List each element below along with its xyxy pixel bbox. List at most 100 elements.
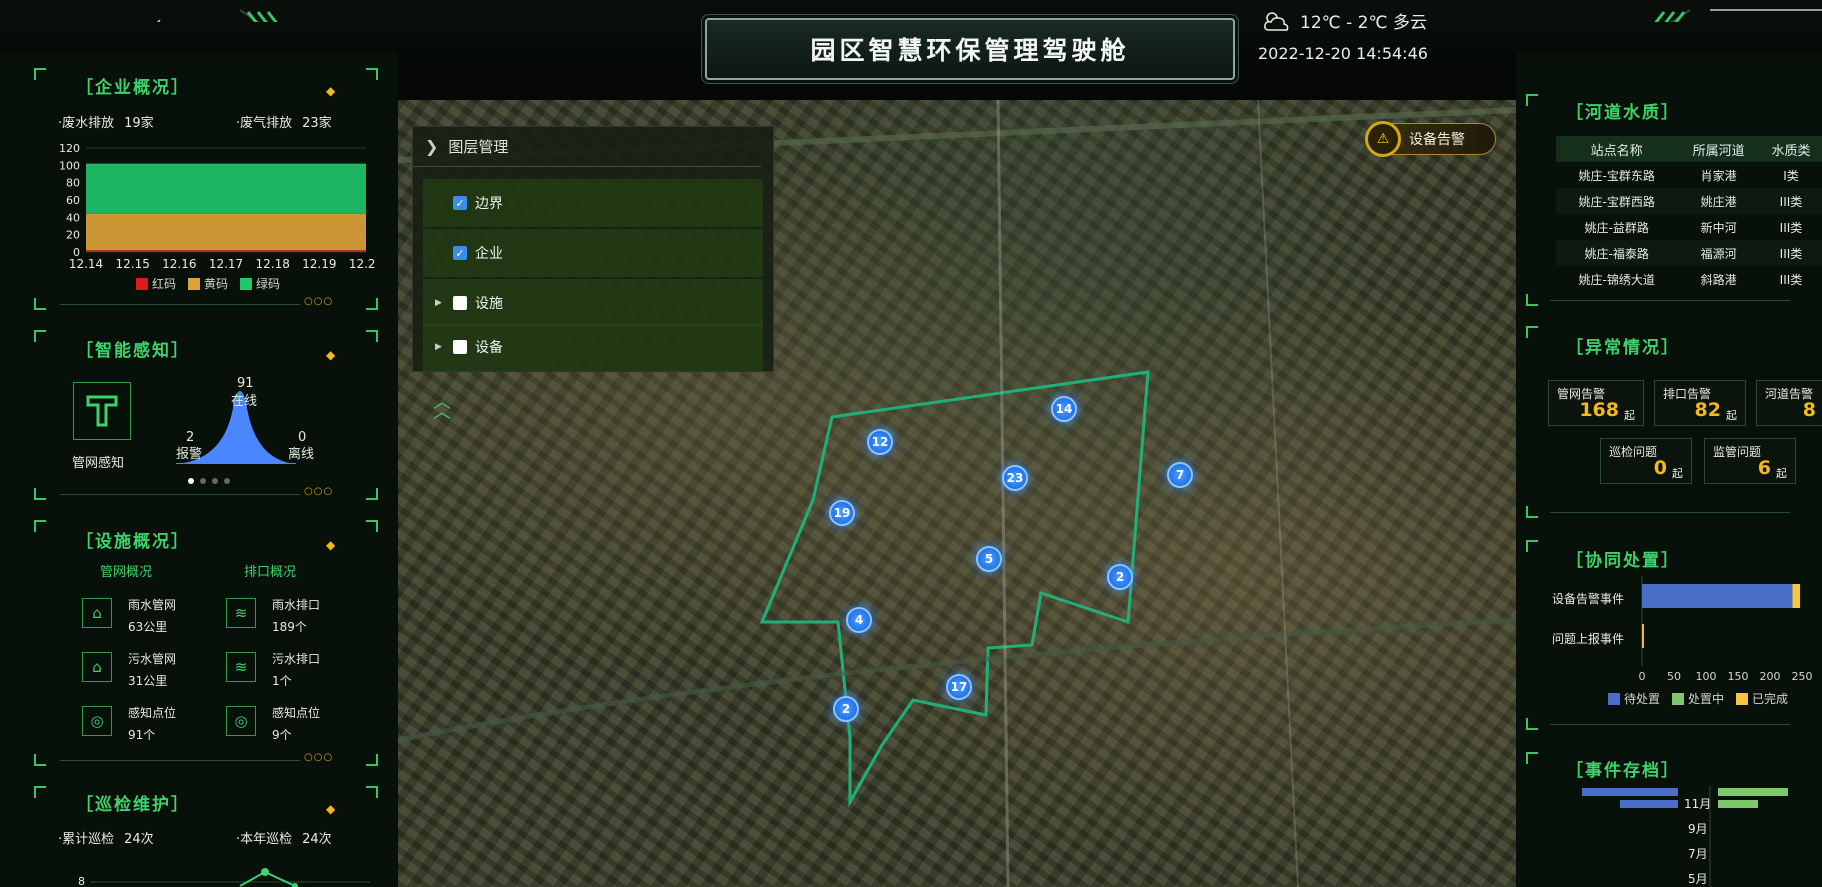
legend-item-processing: 处置中: [1672, 690, 1724, 707]
map-marker[interactable]: 23: [1002, 465, 1028, 491]
layer-panel-title: 图层管理: [448, 138, 509, 156]
patrol-year-stat: ·本年巡检 24次: [236, 832, 332, 847]
map-marker[interactable]: 12: [867, 429, 893, 455]
legend-item-yellow: 黄码: [188, 275, 228, 292]
pipe-sensor-label: 管网感知: [72, 456, 125, 471]
map-marker[interactable]: 5: [976, 546, 1002, 572]
header-decoration-left: [156, 9, 278, 22]
layer-item-facility[interactable]: ▶ 设施: [423, 279, 763, 327]
y-tick-label: 40: [66, 211, 80, 224]
map-marker[interactable]: 2: [1107, 564, 1133, 590]
x-tick-label: 150: [1728, 670, 1749, 683]
map-marker[interactable]: 2: [833, 696, 859, 722]
carousel-dots[interactable]: [188, 478, 230, 484]
device-alarm-button[interactable]: ⚠ 设备告警: [1365, 121, 1496, 157]
alarm-label: 报警: [176, 447, 203, 462]
enterprise-chart-legend: 红码 黄码 绿码: [136, 275, 280, 292]
wastewater-stat: ·废水排放 19家: [58, 116, 154, 131]
pipe-sensor-icon: [73, 382, 131, 440]
online-label: 在线: [231, 394, 258, 409]
offline-label: 离线: [288, 447, 315, 462]
table-row[interactable]: 姚庄-宝群东路 肖家港 I类: [1556, 162, 1822, 188]
dots-indicator-icon: ○○○: [304, 486, 334, 497]
expand-triangle-icon[interactable]: ▶: [435, 342, 445, 352]
section-title-sensing: ［ 智能感知 ］: [76, 341, 190, 361]
patrol-total-stat: ·累计巡检 24次: [58, 832, 154, 847]
legend-item-green: 绿码: [240, 275, 280, 292]
wastegas-stat: ·废气排放 23家: [236, 116, 332, 131]
area-series-黄码: [86, 213, 366, 251]
checkbox-unchecked-icon[interactable]: [453, 296, 467, 310]
layer-panel: ❯ 图层管理 ✓ 边界 ✓ 企业 ▶ 设施 ▶ 设备: [412, 126, 774, 372]
supervision-issue-card[interactable]: 监管问题 6 起: [1704, 438, 1796, 484]
layer-item-enterprise[interactable]: ✓ 企业: [423, 229, 763, 277]
section-title-water-quality: ［ 河道水质 ］: [1566, 103, 1680, 123]
sewage-pipe-icon: ⌂: [82, 652, 112, 682]
archive-month-label: 7月: [1688, 847, 1708, 861]
cooperate-bar-chart: 0 50 100 150 200 250: [1639, 576, 1813, 683]
x-tick-label: 12.17: [209, 257, 243, 270]
x-tick-label: 12.15: [115, 257, 149, 270]
datetime: 2022-12-20 14:54:46: [1258, 44, 1428, 63]
checkbox-unchecked-icon[interactable]: [453, 340, 467, 354]
table-row[interactable]: 姚庄-宝群西路 姚庄港 III类: [1556, 188, 1822, 214]
map-marker[interactable]: 17: [946, 674, 972, 700]
patrol-chart-y-tick: 8: [78, 875, 85, 887]
layer-item-device[interactable]: ▶ 设备: [423, 323, 763, 371]
x-tick-label: 50: [1667, 670, 1681, 683]
outlet-overview-heading: 排口概况: [244, 565, 297, 580]
diamond-icon: ◆: [326, 802, 336, 816]
outlet-alarm-card[interactable]: 排口告警 82 起: [1654, 380, 1746, 426]
weather-text: 12℃ - 2℃ 多云: [1300, 13, 1427, 33]
dots-indicator-icon: ○○○: [304, 752, 334, 763]
water-quality-table: 站点名称 所属河道 水质类 姚庄-宝群东路 肖家港 I类 姚庄-宝群西路 姚庄港 III类 …: [1556, 136, 1822, 292]
section-title-archive: ［ 事件存档 ］: [1566, 761, 1680, 781]
map-marker[interactable]: 7: [1167, 462, 1193, 488]
river-alarm-card[interactable]: 河道告警 8: [1756, 380, 1822, 426]
pipe-alarm-card[interactable]: 管网告警 168 起: [1548, 380, 1644, 426]
cloudy-sun-icon: [1264, 11, 1289, 31]
y-tick-label: 120: [59, 144, 80, 155]
dots-indicator-icon: ○○○: [304, 296, 334, 307]
y-tick-label: 20: [66, 229, 80, 242]
layer-item-boundary[interactable]: ✓ 边界: [423, 179, 763, 227]
area-series-红码: [86, 250, 366, 252]
diamond-icon: ◆: [326, 84, 336, 98]
checkbox-checked-icon[interactable]: ✓: [453, 246, 467, 260]
section-title-facility: ［ 设施概况 ］: [76, 532, 190, 552]
section-title-abnormal: ［ 异常情况 ］: [1566, 338, 1680, 358]
bar-segment: [1642, 624, 1644, 648]
collapse-chevrons-icon[interactable]: ︿ ︿: [433, 394, 451, 422]
map-marker[interactable]: 4: [846, 607, 872, 633]
rain-pipe-icon: ⌂: [82, 598, 112, 628]
x-tick-label: 12.19: [302, 257, 336, 270]
online-count: 91: [237, 376, 254, 391]
cooperate-row-label: 设备告警事件: [1552, 592, 1625, 606]
double-chevron-right-icon: ❯: [425, 137, 439, 156]
patrol-issue-card[interactable]: 巡检问题 0 起: [1600, 438, 1692, 484]
legend-item-pending: 待处置: [1608, 690, 1660, 707]
weather-widget: 12℃ - 2℃ 多云: [1262, 8, 1427, 33]
x-tick-label: 12.16: [162, 257, 196, 270]
map-marker[interactable]: 19: [829, 500, 855, 526]
sensing-point-location-icon: ◎: [226, 706, 256, 736]
x-tick-label: 200: [1760, 670, 1781, 683]
y-tick-label: 60: [66, 194, 80, 207]
table-row[interactable]: 姚庄-益群路 新中河 III类: [1556, 214, 1822, 240]
section-title-patrol: ［ 巡检维护 ］: [76, 795, 190, 815]
archive-month-label: 11月: [1684, 797, 1712, 811]
diamond-icon: ◆: [326, 538, 336, 552]
map-marker[interactable]: 14: [1051, 396, 1077, 422]
x-tick-label: 0: [1639, 670, 1646, 683]
legend-item-completed: 已完成: [1736, 690, 1788, 707]
archive-month-label: 5月: [1688, 872, 1708, 886]
area-series-绿码: [86, 163, 366, 214]
archive-month-label: 9月: [1688, 822, 1708, 836]
section-title-cooperate: ［ 协同处置 ］: [1566, 551, 1680, 571]
expand-triangle-icon[interactable]: ▶: [435, 298, 445, 308]
y-tick-label: 80: [66, 177, 80, 190]
table-row[interactable]: 姚庄-福泰路 福源河 III类: [1556, 240, 1822, 266]
table-row[interactable]: 姚庄-锦绣大道 斜路港 III类: [1556, 266, 1822, 292]
checkbox-checked-icon[interactable]: ✓: [453, 196, 467, 210]
bar-segment: [1792, 584, 1801, 608]
